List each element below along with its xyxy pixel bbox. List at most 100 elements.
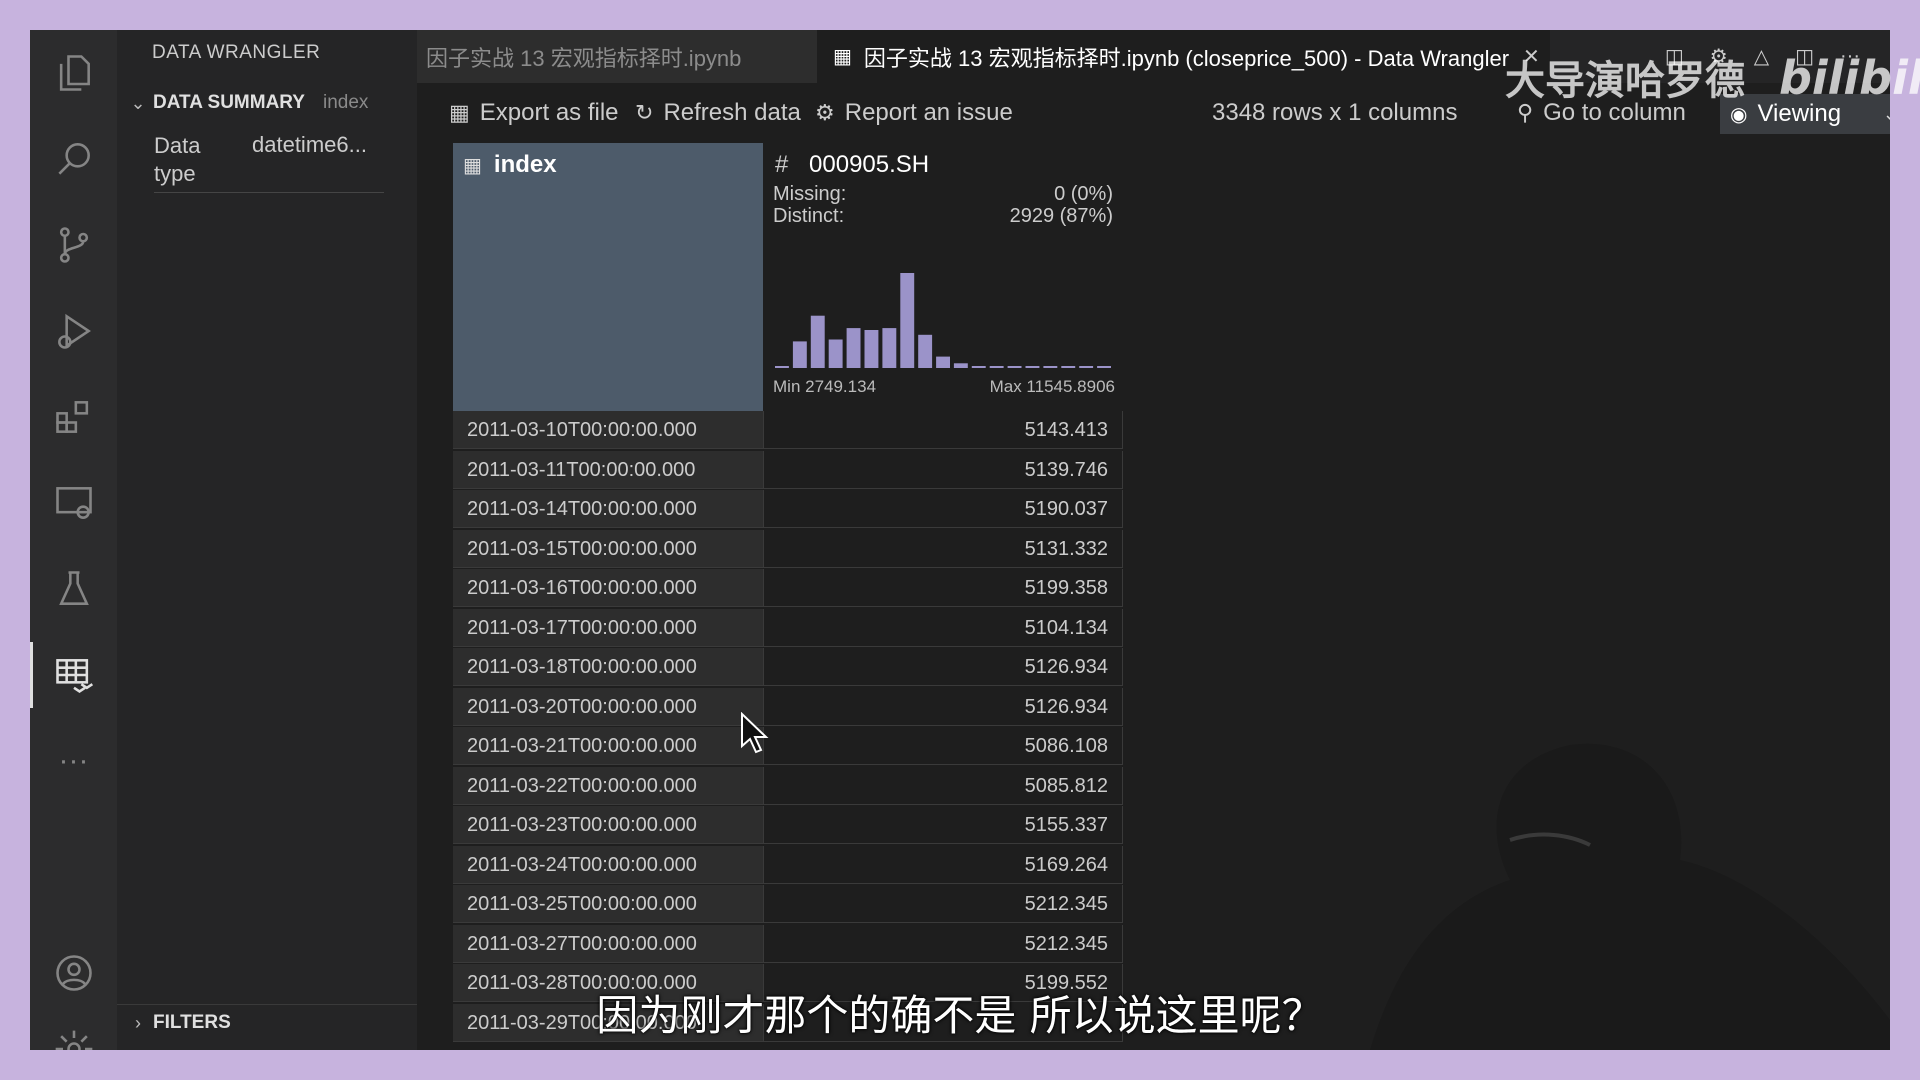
table-row[interactable]: 2011-03-27T00:00:00.000 5212.345 (453, 924, 1123, 963)
index-cell[interactable]: 2011-03-17T00:00:00.000 (453, 608, 763, 647)
export-label: Export as file (479, 99, 619, 126)
index-cell[interactable]: 2011-03-20T00:00:00.000 (453, 687, 763, 726)
data-summary-section[interactable]: ⌄ DATA SUMMARY index (117, 85, 417, 121)
histogram-bar[interactable] (971, 366, 986, 368)
histogram-bar[interactable] (900, 273, 915, 368)
histogram-max: Max 11545.8906 (989, 377, 1115, 396)
tab-data-wrangler[interactable]: ▦ 因子实战 13 宏观指标择时.ipynb (closeprice_500) … (817, 30, 1550, 83)
index-cell[interactable]: 2011-03-10T00:00:00.000 (453, 411, 763, 449)
index-cell[interactable]: 2011-03-11T00:00:00.000 (453, 450, 763, 489)
export-button[interactable]: ▦ Export as file (449, 83, 619, 143)
value-cell[interactable]: 5212.345 (763, 924, 1123, 963)
row-column-count: 3348 rows x 1 columns (1212, 99, 1458, 126)
index-cell[interactable]: 2011-03-23T00:00:00.000 (453, 806, 763, 844)
remote-explorer-icon[interactable] (30, 460, 117, 546)
table-row[interactable]: 2011-03-14T00:00:00.000 5190.037 (453, 490, 1123, 528)
index-cell[interactable]: 2011-03-21T00:00:00.000 (453, 727, 763, 765)
histogram-min: Min 2749.134 (773, 377, 877, 396)
index-cell[interactable]: 2011-03-16T00:00:00.000 (453, 569, 763, 607)
value-cell[interactable]: 5131.332 (763, 529, 1123, 568)
histogram-bar[interactable] (1097, 366, 1111, 368)
index-cell[interactable]: 2011-03-15T00:00:00.000 (453, 529, 763, 568)
video-subtitle: 因为刚才那个的确不是 所以说这里呢？ (596, 991, 1324, 1040)
sidebar-title: DATA WRANGLER (152, 42, 321, 63)
histogram-bar[interactable] (810, 315, 825, 368)
table-row[interactable]: 2011-03-23T00:00:00.000 5155.337 (453, 806, 1123, 844)
data-summary-title: DATA SUMMARY (153, 92, 305, 113)
files-icon[interactable] (30, 30, 117, 116)
refresh-button[interactable]: ↻ Refresh data (635, 83, 801, 143)
index-cell[interactable]: 2011-03-25T00:00:00.000 (453, 885, 763, 923)
value-cell[interactable]: 5190.037 (763, 490, 1123, 528)
histogram-bar[interactable] (936, 356, 950, 368)
table-row[interactable]: 2011-03-20T00:00:00.000 5126.934 (453, 687, 1123, 726)
histogram-bar[interactable] (828, 339, 843, 369)
source-control-icon[interactable] (30, 202, 117, 288)
table-row[interactable]: 2011-03-24T00:00:00.000 5169.264 (453, 845, 1123, 884)
histogram-bar[interactable] (1007, 366, 1022, 368)
histogram-bar[interactable] (775, 366, 789, 368)
table-row[interactable]: 2011-03-10T00:00:00.000 5143.413 (453, 411, 1123, 449)
report-issue-button[interactable]: ⚙ Report an issue (815, 83, 1013, 143)
value-cell[interactable]: 5126.934 (763, 687, 1123, 726)
histogram-bar[interactable] (1025, 366, 1040, 368)
table-row[interactable]: 2011-03-15T00:00:00.000 5131.332 (453, 529, 1123, 568)
histogram-bar[interactable] (989, 366, 1004, 368)
value-column-header[interactable]: # 000905.SH Missing: 0 (0%) Distinct: 29… (763, 143, 1123, 411)
activity-bar: ··· (30, 30, 117, 1050)
data-summary-subtitle: index (322, 92, 369, 113)
table-row[interactable]: 2011-03-17T00:00:00.000 5104.134 (453, 608, 1123, 647)
numeric-type-icon: # (775, 151, 789, 178)
index-cell[interactable]: 2011-03-27T00:00:00.000 (453, 924, 763, 963)
run-debug-icon[interactable] (30, 288, 117, 374)
search-icon[interactable] (30, 116, 117, 202)
index-cell[interactable]: 2011-03-18T00:00:00.000 (453, 648, 763, 686)
value-cell[interactable]: 5086.108 (763, 727, 1123, 765)
table-row[interactable]: 2011-03-22T00:00:00.000 5085.812 (453, 766, 1123, 805)
value-histogram[interactable] (773, 268, 1113, 368)
index-column-header[interactable]: ▦ index (453, 143, 763, 411)
bilibili-logo: bilibili (1778, 51, 1920, 105)
value-cell[interactable]: 5155.337 (763, 806, 1123, 844)
index-cell[interactable]: 2011-03-24T00:00:00.000 (453, 845, 763, 884)
table-row[interactable]: 2011-03-21T00:00:00.000 5086.108 (453, 727, 1123, 765)
histogram-bar[interactable] (953, 363, 968, 368)
histogram-bar[interactable] (882, 328, 897, 368)
extensions-icon[interactable] (30, 374, 117, 460)
value-cell[interactable]: 5169.264 (763, 845, 1123, 884)
histogram-bar[interactable] (1043, 366, 1058, 368)
histogram-bar[interactable] (864, 330, 879, 368)
distinct-stat: Distinct: 2929 (87%) (773, 205, 1113, 228)
value-cell[interactable]: 5143.413 (763, 411, 1123, 449)
histogram-bar[interactable] (846, 328, 861, 368)
testing-icon[interactable] (30, 546, 117, 632)
more-icon[interactable]: ··· (30, 718, 117, 804)
index-cell[interactable]: 2011-03-22T00:00:00.000 (453, 766, 763, 805)
value-cell[interactable]: 5212.345 (763, 885, 1123, 923)
index-cell[interactable]: 2011-03-14T00:00:00.000 (453, 490, 763, 528)
histogram-bar[interactable] (1061, 366, 1076, 368)
value-cell[interactable]: 5085.812 (763, 766, 1123, 805)
value-cell[interactable]: 5104.134 (763, 608, 1123, 647)
table-row[interactable]: 2011-03-11T00:00:00.000 5139.746 (453, 450, 1123, 489)
report-label: Report an issue (844, 99, 1013, 126)
value-cell[interactable]: 5199.358 (763, 569, 1123, 607)
distinct-label: Distinct: (773, 205, 845, 227)
table-row[interactable]: 2011-03-25T00:00:00.000 5212.345 (453, 885, 1123, 923)
missing-stat: Missing: 0 (0%) (773, 183, 1113, 206)
histogram-bar[interactable] (792, 341, 807, 368)
sidebar: DATA WRANGLER ⌄ DATA SUMMARY index Data … (117, 30, 417, 1050)
histogram-bar[interactable] (918, 334, 933, 368)
data-type-value: datetime6... (252, 132, 367, 157)
value-cell[interactable]: 5126.934 (763, 648, 1123, 686)
tab-notebook[interactable]: 因子实战 13 宏观指标择时.ipynb (417, 30, 817, 83)
histogram-bar[interactable] (1079, 366, 1094, 368)
table-row[interactable]: 2011-03-16T00:00:00.000 5199.358 (453, 569, 1123, 607)
tab-data-wrangler-label: 因子实战 13 宏观指标择时.ipynb (closeprice_500) - … (863, 45, 1510, 71)
table-icon: ▦ (449, 100, 470, 125)
chevron-down-icon[interactable]: ⌄ (123, 93, 153, 114)
table-row[interactable]: 2011-03-18T00:00:00.000 5126.934 (453, 648, 1123, 686)
value-cell[interactable]: 5139.746 (763, 450, 1123, 489)
watermark-name: 大导演哈罗德 (1505, 58, 1745, 104)
data-wrangler-icon[interactable] (30, 632, 117, 718)
